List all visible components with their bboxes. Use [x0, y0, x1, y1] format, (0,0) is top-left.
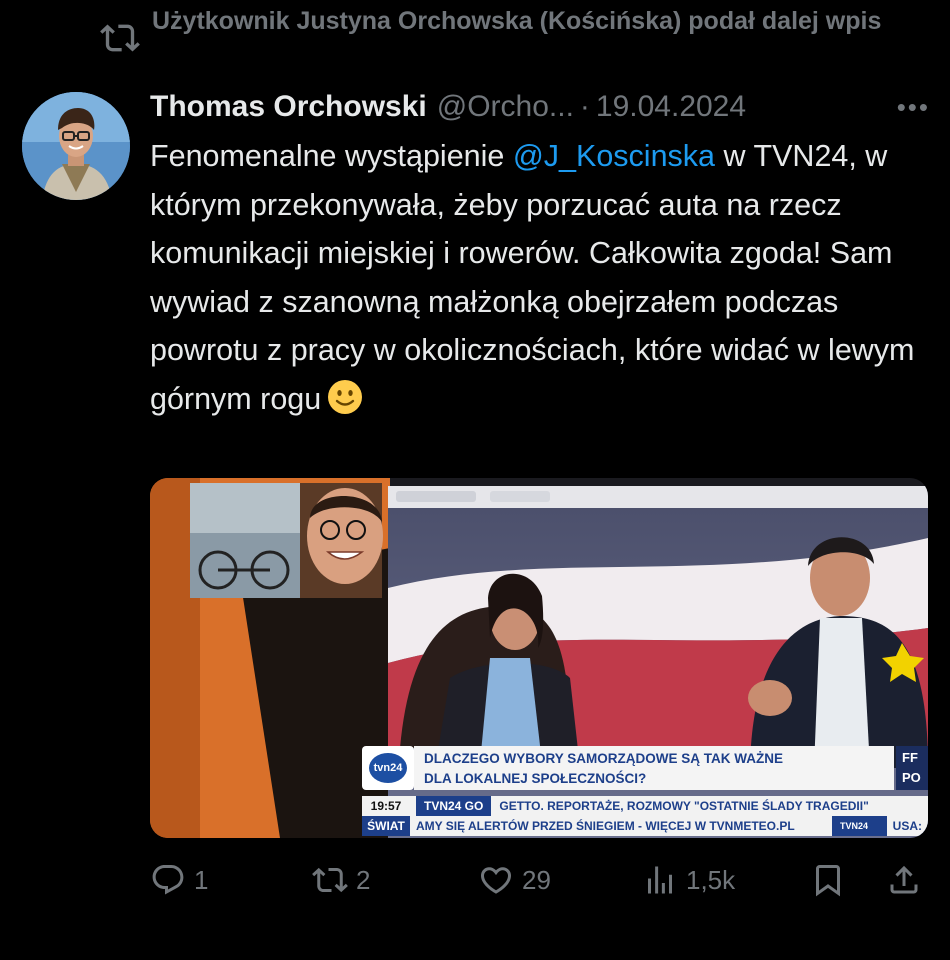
- share-icon: [890, 865, 918, 894]
- like-button[interactable]: 29: [478, 862, 551, 898]
- side-label: FF PO: [896, 746, 928, 790]
- avatar-photo: [22, 92, 130, 200]
- heart-icon: [480, 867, 512, 894]
- bookmark-icon: [816, 865, 840, 897]
- author-name[interactable]: Thomas Orchowski: [150, 90, 427, 124]
- repost-button[interactable]: 2: [312, 862, 370, 898]
- author-handle[interactable]: @Orcho...: [437, 90, 574, 124]
- repost-count: 2: [356, 864, 371, 895]
- channel-tag: TVN24 GO: [416, 796, 492, 816]
- views-button[interactable]: 1,5k: [642, 862, 735, 898]
- more-options-button[interactable]: •••: [897, 92, 930, 123]
- repost-action-icon: [312, 867, 348, 893]
- mention-link[interactable]: @J_Koscinska: [513, 139, 715, 173]
- tweet-text-before: Fenomenalne wystąpienie: [150, 139, 513, 173]
- headline-box: DLACZEGO WYBORY SAMORZĄDOWE SĄ TAK WAŻNE…: [414, 746, 894, 790]
- ticker-text-2: AMY SIĘ ALERTÓW PRZED ŚNIEGIEM - WIĘCEJ …: [410, 816, 832, 836]
- ticker-row-1: 19:57 TVN24 GO GETTO. REPORTAŻE, ROZMOWY…: [362, 796, 928, 816]
- slightly-smiling-face-icon: [328, 379, 363, 414]
- ticker-row-2: ŚWIAT AMY SIĘ ALERTÓW PRZED ŚNIEGIEM - W…: [362, 816, 928, 836]
- ticker-right: USA:: [886, 816, 928, 836]
- tweet-text-after: w TVN24, w którym przekonywała, żeby por…: [150, 139, 915, 416]
- tweet-date[interactable]: 19.04.2024: [596, 90, 746, 124]
- bookmark-button[interactable]: [810, 862, 846, 898]
- like-count: 29: [522, 864, 551, 895]
- tweet-header: Thomas Orchowski @Orcho... · 19.04.2024 …: [150, 86, 930, 128]
- avatar[interactable]: [22, 92, 130, 200]
- share-button[interactable]: [886, 862, 922, 898]
- small-logo: TVN24: [840, 821, 869, 831]
- repost-icon: [100, 24, 140, 52]
- headline-line1: DLACZEGO WYBORY SAMORZĄDOWE SĄ TAK WAŻNE: [424, 751, 783, 766]
- reply-icon: [152, 865, 184, 895]
- section-label: ŚWIAT: [367, 819, 405, 833]
- clock: 19:57: [370, 799, 402, 813]
- repost-text: Użytkownik Justyna Orchowska (Kościńska)…: [152, 7, 882, 35]
- side-label-top: FF: [902, 750, 918, 765]
- views-chart-icon: [648, 866, 672, 894]
- repost-context[interactable]: Użytkownik Justyna Orchowska (Kościńska)…: [100, 4, 940, 58]
- views-count: 1,5k: [686, 864, 736, 895]
- side-label-bottom: PO: [902, 770, 921, 785]
- tvn24-logo-text: tvn24: [369, 753, 407, 783]
- tvn24-logo: tvn24: [362, 746, 414, 790]
- reply-count: 1: [194, 864, 209, 895]
- reply-button[interactable]: 1: [150, 862, 208, 898]
- action-bar: 1 2 29 1,5k: [150, 862, 930, 902]
- headline-line2: DLA LOKALNEJ SPOŁECZNOŚCI?: [424, 771, 647, 786]
- ticker-text-1: GETTO. REPORTAŻE, ROZMOWY "OSTATNIE ŚLAD…: [499, 799, 869, 813]
- tv-lower-third: tvn24 DLACZEGO WYBORY SAMORZĄDOWE SĄ TAK…: [362, 746, 928, 838]
- header-separator: ·: [579, 90, 590, 123]
- tweet-media[interactable]: tvn24 DLACZEGO WYBORY SAMORZĄDOWE SĄ TAK…: [150, 478, 928, 838]
- tweet-text: Fenomenalne wystąpienie @J_Koscinska w T…: [150, 132, 920, 423]
